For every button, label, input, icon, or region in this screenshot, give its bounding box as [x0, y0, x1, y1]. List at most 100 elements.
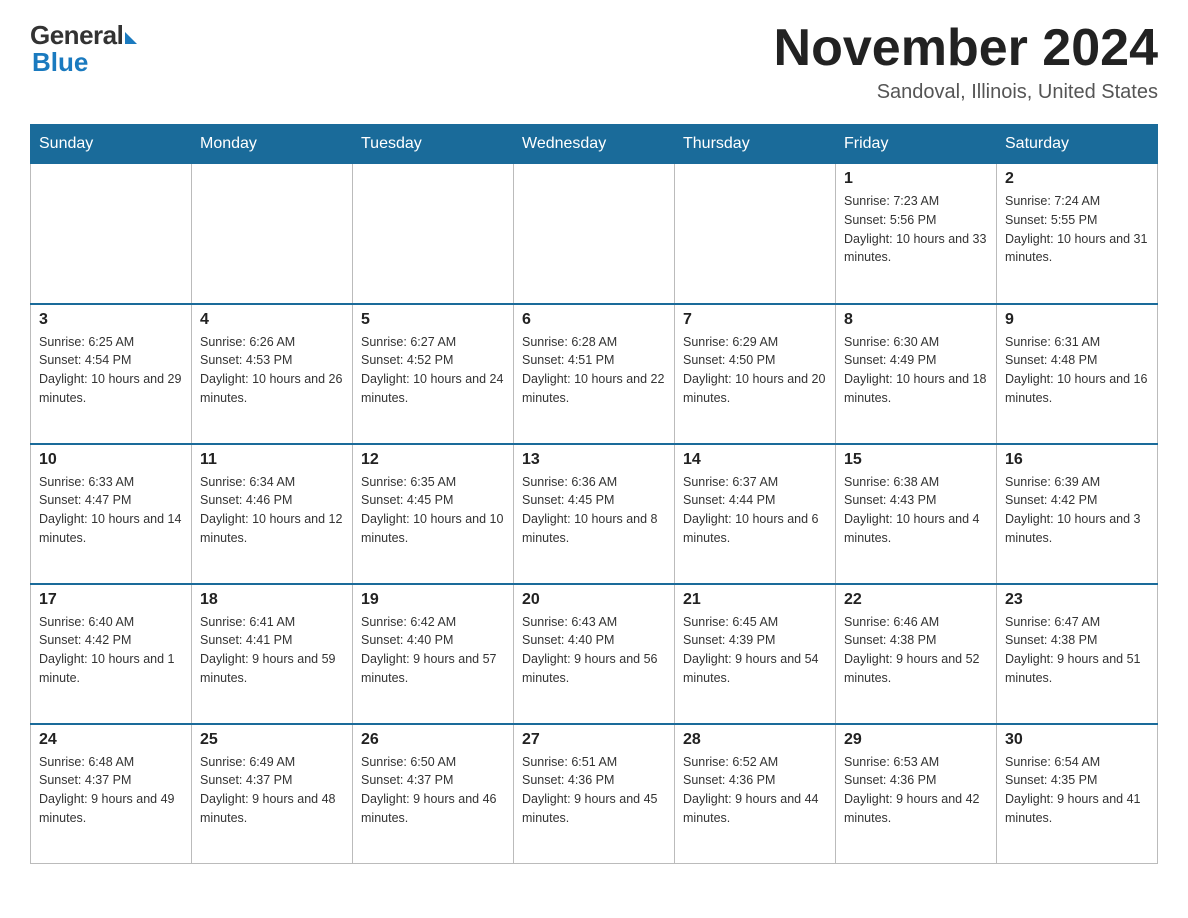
- day-info: Sunrise: 6:46 AM Sunset: 4:38 PM Dayligh…: [844, 613, 988, 688]
- day-info: Sunrise: 6:47 AM Sunset: 4:38 PM Dayligh…: [1005, 613, 1149, 688]
- day-number: 20: [522, 591, 666, 609]
- day-number: 24: [39, 731, 183, 749]
- day-number: 13: [522, 451, 666, 469]
- calendar-header-row: SundayMondayTuesdayWednesdayThursdayFrid…: [31, 125, 1158, 164]
- day-number: 26: [361, 731, 505, 749]
- calendar-cell: 3Sunrise: 6:25 AM Sunset: 4:54 PM Daylig…: [31, 304, 192, 444]
- calendar-cell: 1 Sunrise: 7:23 AM Sunset: 5:56 PM Daylig…: [836, 164, 997, 304]
- calendar-cell: [31, 164, 192, 304]
- day-number: 12: [361, 451, 505, 469]
- day-number: 8: [844, 311, 988, 329]
- logo-blue-text: Blue: [30, 47, 88, 78]
- day-number: 23: [1005, 591, 1149, 609]
- calendar-cell: 28 Sunrise: 6:52 AM Sunset: 4:36 PM Dayli…: [675, 724, 836, 864]
- day-info: Sunrise: 6:40 AM Sunset: 4:42 PM Dayligh…: [39, 613, 183, 688]
- calendar-week-row: 3Sunrise: 6:25 AM Sunset: 4:54 PM Daylig…: [31, 304, 1158, 444]
- page-header: General Blue November 2024 Sandoval, Ill…: [30, 20, 1158, 104]
- calendar-cell: 16Sunrise: 6:39 AM Sunset: 4:42 PM Dayli…: [997, 444, 1158, 584]
- day-number: 6: [522, 311, 666, 329]
- day-info: Sunrise: 6:30 AM Sunset: 4:49 PM Dayligh…: [844, 333, 988, 408]
- calendar-cell: 29 Sunrise: 6:53 AM Sunset: 4:36 PM Dayli…: [836, 724, 997, 864]
- calendar-day-header: Friday: [836, 125, 997, 164]
- day-number: 22: [844, 591, 988, 609]
- day-info: Sunrise: 6:36 AM Sunset: 4:45 PM Dayligh…: [522, 473, 666, 548]
- day-number: 16: [1005, 451, 1149, 469]
- day-number: 19: [361, 591, 505, 609]
- day-number: 4: [200, 311, 344, 329]
- day-info: Sunrise: 7:23 AM Sunset: 5:56 PM Dayligh…: [844, 192, 988, 267]
- calendar-day-header: Thursday: [675, 125, 836, 164]
- calendar-cell: 10Sunrise: 6:33 AM Sunset: 4:47 PM Dayli…: [31, 444, 192, 584]
- calendar-table: SundayMondayTuesdayWednesdayThursdayFrid…: [30, 124, 1158, 864]
- calendar-cell: 26 Sunrise: 6:50 AM Sunset: 4:37 PM Dayli…: [353, 724, 514, 864]
- day-info: Sunrise: 6:54 AM Sunset: 4:35 PM Dayligh…: [1005, 753, 1149, 828]
- day-info: Sunrise: 6:45 AM Sunset: 4:39 PM Dayligh…: [683, 613, 827, 688]
- day-info: Sunrise: 6:38 AM Sunset: 4:43 PM Dayligh…: [844, 473, 988, 548]
- calendar-cell: 12Sunrise: 6:35 AM Sunset: 4:45 PM Dayli…: [353, 444, 514, 584]
- logo: General Blue: [30, 20, 137, 78]
- day-info: Sunrise: 6:52 AM Sunset: 4:36 PM Dayligh…: [683, 753, 827, 828]
- day-info: Sunrise: 6:48 AM Sunset: 4:37 PM Dayligh…: [39, 753, 183, 828]
- day-info: Sunrise: 6:26 AM Sunset: 4:53 PM Dayligh…: [200, 333, 344, 408]
- calendar-cell: 13 Sunrise: 6:36 AM Sunset: 4:45 PM Dayli…: [514, 444, 675, 584]
- logo-arrow-icon: [125, 32, 137, 44]
- day-number: 1: [844, 170, 988, 188]
- day-info: Sunrise: 6:43 AM Sunset: 4:40 PM Dayligh…: [522, 613, 666, 688]
- calendar-week-row: 17 Sunrise: 6:40 AM Sunset: 4:42 PM Dayli…: [31, 584, 1158, 724]
- day-number: 29: [844, 731, 988, 749]
- calendar-cell: [353, 164, 514, 304]
- title-section: November 2024 Sandoval, Illinois, United…: [774, 20, 1158, 104]
- day-number: 27: [522, 731, 666, 749]
- day-info: Sunrise: 6:28 AM Sunset: 4:51 PM Dayligh…: [522, 333, 666, 408]
- calendar-week-row: 1 Sunrise: 7:23 AM Sunset: 5:56 PM Daylig…: [31, 164, 1158, 304]
- calendar-cell: 19Sunrise: 6:42 AM Sunset: 4:40 PM Dayli…: [353, 584, 514, 724]
- calendar-cell: 30 Sunrise: 6:54 AM Sunset: 4:35 PM Dayli…: [997, 724, 1158, 864]
- day-info: Sunrise: 6:27 AM Sunset: 4:52 PM Dayligh…: [361, 333, 505, 408]
- day-info: Sunrise: 6:41 AM Sunset: 4:41 PM Dayligh…: [200, 613, 344, 688]
- calendar-cell: 6 Sunrise: 6:28 AM Sunset: 4:51 PM Daylig…: [514, 304, 675, 444]
- calendar-day-header: Wednesday: [514, 125, 675, 164]
- calendar-cell: 21 Sunrise: 6:45 AM Sunset: 4:39 PM Dayli…: [675, 584, 836, 724]
- calendar-cell: 20 Sunrise: 6:43 AM Sunset: 4:40 PM Dayli…: [514, 584, 675, 724]
- calendar-cell: 4 Sunrise: 6:26 AM Sunset: 4:53 PM Daylig…: [192, 304, 353, 444]
- day-info: Sunrise: 6:50 AM Sunset: 4:37 PM Dayligh…: [361, 753, 505, 828]
- location-text: Sandoval, Illinois, United States: [774, 81, 1158, 104]
- calendar-cell: 22 Sunrise: 6:46 AM Sunset: 4:38 PM Dayli…: [836, 584, 997, 724]
- calendar-cell: 5 Sunrise: 6:27 AM Sunset: 4:52 PM Daylig…: [353, 304, 514, 444]
- day-info: Sunrise: 6:31 AM Sunset: 4:48 PM Dayligh…: [1005, 333, 1149, 408]
- calendar-cell: 23 Sunrise: 6:47 AM Sunset: 4:38 PM Dayli…: [997, 584, 1158, 724]
- day-number: 10: [39, 451, 183, 469]
- day-info: Sunrise: 6:49 AM Sunset: 4:37 PM Dayligh…: [200, 753, 344, 828]
- month-title: November 2024: [774, 20, 1158, 77]
- calendar-cell: 24 Sunrise: 6:48 AM Sunset: 4:37 PM Dayli…: [31, 724, 192, 864]
- day-info: Sunrise: 6:34 AM Sunset: 4:46 PM Dayligh…: [200, 473, 344, 548]
- calendar-cell: 9 Sunrise: 6:31 AM Sunset: 4:48 PM Daylig…: [997, 304, 1158, 444]
- calendar-cell: 15 Sunrise: 6:38 AM Sunset: 4:43 PM Dayli…: [836, 444, 997, 584]
- day-number: 7: [683, 311, 827, 329]
- day-number: 5: [361, 311, 505, 329]
- calendar-cell: [675, 164, 836, 304]
- day-number: 17: [39, 591, 183, 609]
- day-info: Sunrise: 6:37 AM Sunset: 4:44 PM Dayligh…: [683, 473, 827, 548]
- day-number: 30: [1005, 731, 1149, 749]
- day-number: 25: [200, 731, 344, 749]
- calendar-cell: [192, 164, 353, 304]
- day-number: 21: [683, 591, 827, 609]
- day-number: 15: [844, 451, 988, 469]
- day-info: Sunrise: 6:51 AM Sunset: 4:36 PM Dayligh…: [522, 753, 666, 828]
- calendar-week-row: 24 Sunrise: 6:48 AM Sunset: 4:37 PM Dayli…: [31, 724, 1158, 864]
- calendar-cell: 25 Sunrise: 6:49 AM Sunset: 4:37 PM Dayli…: [192, 724, 353, 864]
- calendar-week-row: 10Sunrise: 6:33 AM Sunset: 4:47 PM Dayli…: [31, 444, 1158, 584]
- day-info: Sunrise: 6:53 AM Sunset: 4:36 PM Dayligh…: [844, 753, 988, 828]
- calendar-cell: 27 Sunrise: 6:51 AM Sunset: 4:36 PM Dayli…: [514, 724, 675, 864]
- day-info: Sunrise: 6:25 AM Sunset: 4:54 PM Dayligh…: [39, 333, 183, 408]
- calendar-cell: 14 Sunrise: 6:37 AM Sunset: 4:44 PM Dayli…: [675, 444, 836, 584]
- day-number: 14: [683, 451, 827, 469]
- calendar-cell: 18Sunrise: 6:41 AM Sunset: 4:41 PM Dayli…: [192, 584, 353, 724]
- day-number: 28: [683, 731, 827, 749]
- day-info: Sunrise: 7:24 AM Sunset: 5:55 PM Dayligh…: [1005, 192, 1149, 267]
- day-number: 9: [1005, 311, 1149, 329]
- calendar-day-header: Saturday: [997, 125, 1158, 164]
- calendar-cell: 8 Sunrise: 6:30 AM Sunset: 4:49 PM Daylig…: [836, 304, 997, 444]
- day-number: 11: [200, 451, 344, 469]
